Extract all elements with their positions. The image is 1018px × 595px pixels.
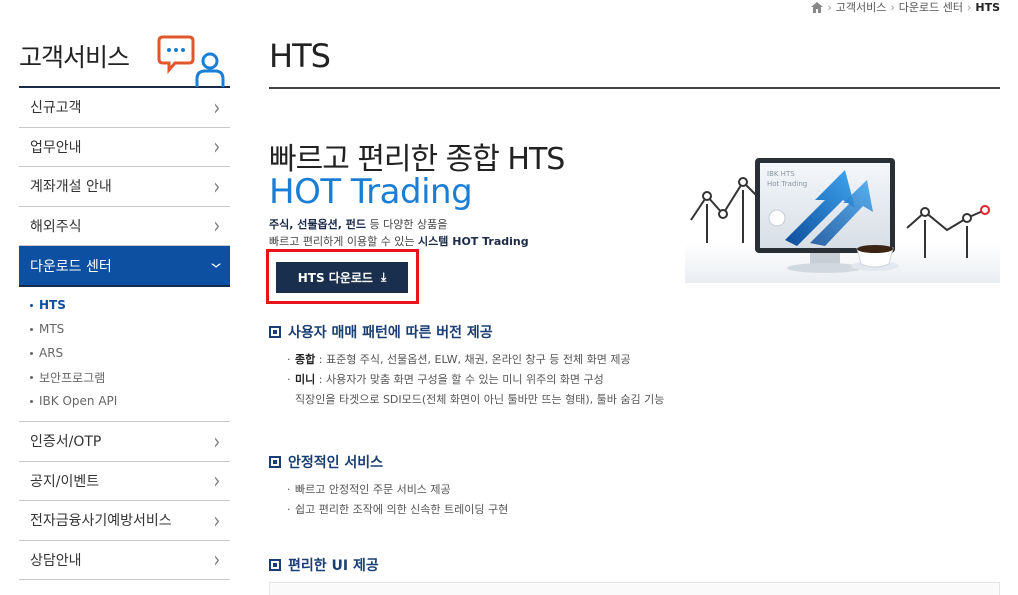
breadcrumb-item-download-center[interactable]: 다운로드 센터 — [899, 0, 963, 15]
section-version: 사용자 매매 패턴에 따른 버전 제공 · 종합 : 표준형 주식, 선물옵션, … — [269, 322, 664, 410]
square-bullet-icon — [269, 326, 281, 338]
bullet-text: : 표준형 주식, 선물옵션, ELW, 채권, 온라인 창구 등 전체 화면 … — [315, 353, 631, 366]
hts-monitor-illustration: IBK HTS Hot Trading — [685, 158, 1000, 283]
section-title: 편리한 UI 제공 — [269, 555, 379, 575]
list-item: · 빠르고 안정적인 주문 서비스 제공 — [287, 480, 508, 500]
desc-text: 빠르고 편리하게 이용할 수 있는 — [269, 235, 419, 248]
submenu-item-mts[interactable]: MTS — [30, 317, 230, 341]
bullet-dot — [30, 375, 33, 379]
section-title-text: 안정적인 서비스 — [288, 455, 384, 471]
sidebar-item-download-center[interactable]: 다운로드 센터 › — [19, 246, 230, 287]
product-description: 주식, 선물옵션, 펀드 등 다양한 상품을 빠르고 편리하게 이용할 수 있는… — [269, 216, 529, 250]
list-item: · 미니 : 사용자가 맞춤 화면 구성을 할 수 있는 미니 위주의 화면 구성 — [287, 373, 604, 386]
desc-bold: 주식, 선물옵션, 펀드 — [269, 218, 366, 231]
chevron-right-icon: › — [213, 427, 220, 455]
submenu-label: IBK Open API — [39, 394, 118, 408]
chevron-right-icon: › — [213, 506, 220, 534]
sidebar-item-notice-event[interactable]: 공지/이벤트 › — [19, 462, 230, 501]
sidebar-item-label: 인증서/OTP — [30, 434, 102, 451]
ui-preview-box — [269, 582, 1000, 595]
monitor-label-1: IBK HTS — [767, 170, 795, 178]
chevron-right-icon: › — [213, 212, 220, 240]
sidebar: 고객서비스 신규고객 › 업무안내 › 계좌개설 안내 › 해외주식 › 다운로… — [19, 30, 230, 580]
submenu-label: MTS — [39, 322, 65, 336]
main-content: HTS 빠르고 편리한 종합 HTS HOT Trading 주식, 선물옵션,… — [266, 30, 1000, 595]
submenu-item-hts[interactable]: HTS — [30, 293, 230, 317]
submenu-label: 보안프로그램 — [39, 370, 106, 385]
download-icon: ⤓ — [380, 270, 387, 284]
list-item: · 쉽고 편리한 조작에 의한 신속한 트레이딩 구현 — [287, 500, 508, 520]
desc-bold: 시스템 HOT Trading — [418, 235, 529, 248]
product-name: HOT Trading — [269, 172, 473, 212]
bullet-dot — [30, 399, 33, 403]
page-title: HTS — [269, 30, 1000, 89]
submenu-label: ARS — [39, 346, 64, 360]
breadcrumb: › 고객서비스 › 다운로드 센터 › HTS — [811, 0, 1000, 14]
sidebar-item-fraud-prevention[interactable]: 전자금융사기예방서비스 › — [19, 501, 230, 541]
bullet-bold: 종합 — [295, 353, 316, 366]
sidebar-item-foreign-stocks[interactable]: 해외주식 › — [19, 207, 230, 246]
sidebar-item-label: 상담안내 — [30, 552, 82, 569]
hts-download-button[interactable]: HTS 다운로드 ⤓ — [276, 262, 408, 293]
square-bullet-icon — [269, 559, 281, 571]
chevron-right-icon: › — [213, 172, 220, 200]
bullet-bold: 미니 — [295, 373, 316, 386]
sidebar-item-label: 업무안내 — [30, 139, 82, 156]
section-title: 사용자 매매 패턴에 따른 버전 제공 — [269, 322, 664, 342]
bullet-text: 빠르고 안정적인 주문 서비스 제공 — [295, 483, 451, 496]
submenu-item-ars[interactable]: ARS — [30, 341, 230, 365]
section-title-text: 사용자 매매 패턴에 따른 버전 제공 — [288, 325, 493, 341]
section-stable-service: 안정적인 서비스 · 빠르고 안정적인 주문 서비스 제공 · 쉽고 편리한 조작에… — [269, 452, 508, 520]
desc-text: 등 다양한 상품을 — [365, 218, 448, 231]
sidebar-item-label: 다운로드 센터 — [30, 258, 112, 275]
sidebar-item-consultation[interactable]: 상담안내 › — [19, 541, 230, 580]
sidebar-item-label: 공지/이벤트 — [30, 473, 100, 490]
sidebar-item-business-guide[interactable]: 업무안내 › — [19, 128, 230, 167]
home-icon[interactable] — [811, 1, 824, 13]
download-button-label: HTS 다운로드 — [297, 271, 373, 285]
bullet-text: 쉽고 편리한 조작에 의한 신속한 트레이딩 구현 — [295, 503, 509, 516]
submenu-item-open-api[interactable]: IBK Open API — [30, 389, 230, 413]
chevron-right-icon: › — [213, 93, 220, 121]
download-highlight-box: HTS 다운로드 ⤓ — [266, 249, 419, 304]
bullet-dot — [30, 327, 33, 331]
breadcrumb-separator: › — [890, 0, 895, 14]
sidebar-header: 고객서비스 — [19, 30, 230, 88]
breadcrumb-item-customer-service[interactable]: 고객서비스 — [836, 0, 887, 15]
bullet-dot — [30, 303, 33, 307]
section-ui: 편리한 UI 제공 — [269, 555, 379, 575]
sidebar-submenu: HTS MTS ARS 보안프로그램 IBK Open API — [19, 287, 230, 422]
bullet-continuation: 직장인을 타겟으로 SDI모드(전체 화면이 아닌 툴바만 뜨는 형태), 툴바… — [295, 393, 665, 406]
chevron-right-icon: › — [213, 467, 220, 495]
sidebar-item-new-customer[interactable]: 신규고객 › — [19, 88, 230, 128]
bullet-text: : 사용자가 맞춤 화면 구성을 할 수 있는 미니 위주의 화면 구성 — [315, 373, 604, 386]
list-item: · 종합 : 표준형 주식, 선물옵션, ELW, 채권, 온라인 창구 등 전체… — [287, 353, 631, 366]
bullet-list: · 종합 : 표준형 주식, 선물옵션, ELW, 채권, 온라인 창구 등 전체… — [269, 350, 664, 410]
square-bullet-icon — [269, 456, 281, 468]
sidebar-item-label: 신규고객 — [30, 100, 82, 117]
section-title-text: 편리한 UI 제공 — [288, 558, 379, 574]
chevron-down-icon: › — [203, 262, 231, 269]
sidebar-title: 고객서비스 — [19, 43, 130, 72]
chevron-right-icon: › — [213, 546, 220, 574]
sidebar-item-certificate-otp[interactable]: 인증서/OTP › — [19, 422, 230, 462]
breadcrumb-separator: › — [966, 0, 972, 14]
bullet-dot — [30, 351, 33, 355]
bullet-list: · 빠르고 안정적인 주문 서비스 제공 · 쉽고 편리한 조작에 의한 신속한 트… — [269, 480, 508, 520]
section-title: 안정적인 서비스 — [269, 452, 508, 472]
customer-service-icon — [157, 35, 225, 87]
sidebar-item-label: 해외주식 — [30, 218, 82, 235]
breadcrumb-item-current: HTS — [975, 0, 1000, 14]
chevron-right-icon: › — [213, 133, 220, 161]
submenu-item-security-program[interactable]: 보안프로그램 — [30, 365, 230, 389]
sidebar-item-account-opening[interactable]: 계좌개설 안내 › — [19, 167, 230, 207]
sidebar-item-label: 전자금융사기예방서비스 — [30, 513, 172, 530]
sidebar-item-label: 계좌개설 안내 — [30, 179, 112, 196]
monitor-label-2: Hot Trading — [767, 180, 807, 188]
submenu-label: HTS — [39, 298, 66, 312]
breadcrumb-separator: › — [827, 0, 832, 14]
